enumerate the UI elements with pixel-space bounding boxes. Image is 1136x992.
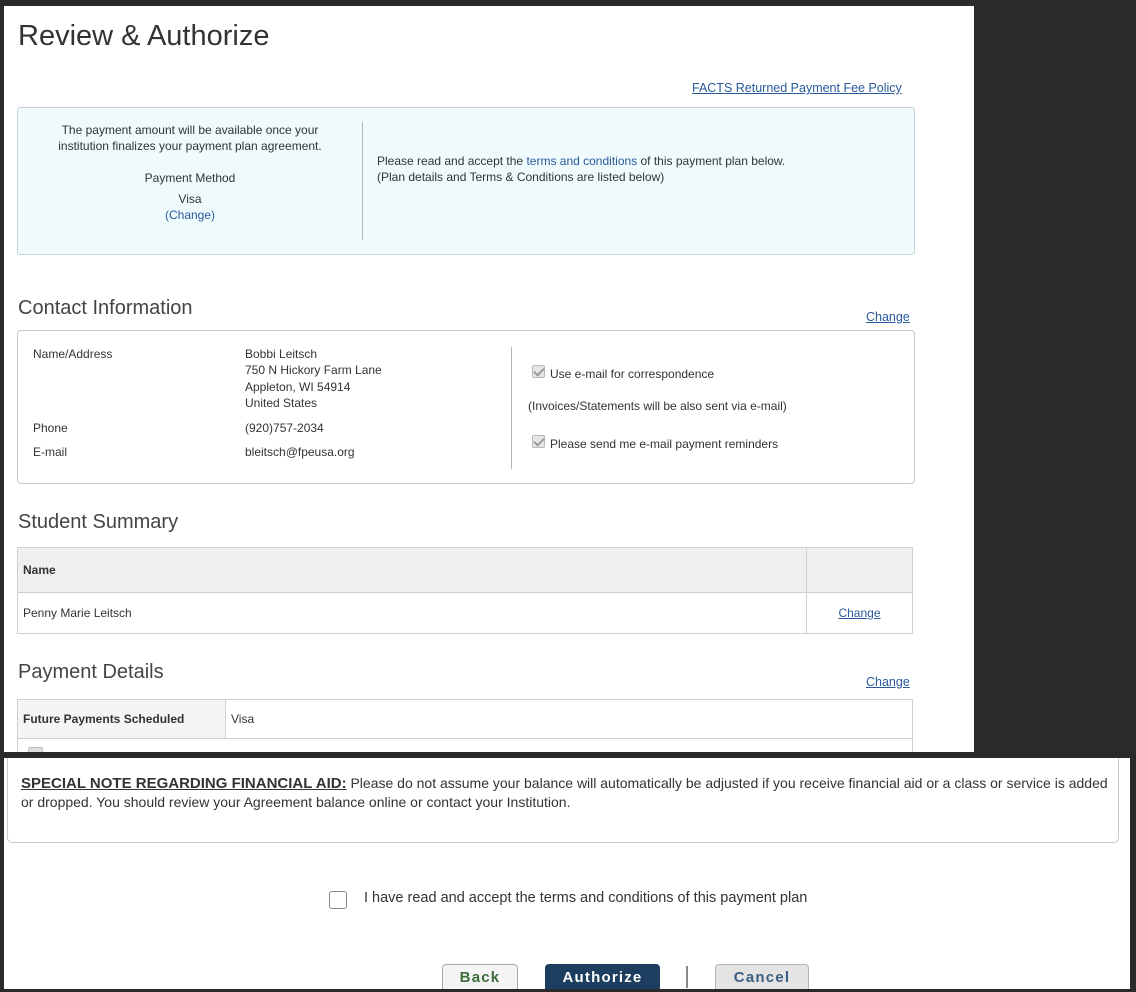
terms-suffix: of this payment plan below. [637, 154, 786, 168]
contact-divider [511, 347, 512, 469]
invoices-note: (Invoices/Statements will be also sent v… [528, 399, 787, 413]
payment-details-table: Future Payments Scheduled Visa [17, 699, 913, 752]
accept-terms-checkbox[interactable] [329, 891, 347, 909]
cancel-button[interactable]: Cancel [715, 964, 809, 989]
contact-section-title: Contact Information [18, 297, 193, 319]
button-separator [686, 966, 688, 988]
contact-country: United States [245, 396, 318, 410]
student-change-link[interactable]: Change [838, 606, 880, 620]
table-header-row: Name [17, 547, 913, 593]
contact-email: bleitsch@fpeusa.org [245, 445, 355, 459]
table-row [17, 738, 913, 752]
contact-city: Appleton, WI 54914 [245, 380, 351, 394]
action-column-header [806, 547, 913, 593]
partial-checkbox[interactable] [28, 747, 43, 752]
terms-note: (Plan details and Terms & Conditions are… [377, 170, 665, 184]
payment-method-change-link[interactable]: (Change) [165, 208, 215, 222]
student-summary-table: Name Penny Marie Leitsch Change [17, 547, 913, 634]
financial-aid-heading: SPECIAL NOTE REGARDING FINANCIAL AID: [21, 775, 347, 792]
authorize-button[interactable]: Authorize [545, 964, 660, 989]
terms-link[interactable]: terms and conditions [526, 154, 637, 168]
future-payments-label: Future Payments Scheduled [17, 699, 226, 739]
payment-method-value: Visa [178, 192, 202, 206]
contact-change-link[interactable]: Change [866, 310, 910, 324]
email-label: E-mail [33, 445, 68, 459]
page-title: Review & Authorize [18, 20, 270, 52]
payment-method-label: Payment Method [144, 171, 236, 185]
availability-note-line1: The payment amount will be available onc… [61, 123, 319, 137]
review-panel: Review & Authorize FACTS Returned Paymen… [4, 6, 974, 752]
reminders-checkbox[interactable] [532, 435, 545, 448]
reminders-label: Please send me e-mail payment reminders [550, 437, 779, 451]
student-summary-title: Student Summary [18, 511, 179, 533]
table-row: Future Payments Scheduled Visa [17, 699, 913, 739]
contact-name: Bobbi Leitsch [245, 347, 318, 361]
contact-phone: (920)757-2034 [245, 421, 324, 435]
table-row: Penny Marie Leitsch Change [17, 592, 913, 634]
financial-aid-note: SPECIAL NOTE REGARDING FINANCIAL AID: Pl… [21, 774, 1111, 812]
phone-label: Phone [33, 421, 68, 435]
payment-info-box: The payment amount will be available onc… [17, 107, 915, 255]
terms-instructions: Please read and accept the terms and con… [377, 153, 897, 185]
payment-details-title: Payment Details [18, 661, 164, 683]
authorize-panel: SPECIAL NOTE REGARDING FINANCIAL AID: Pl… [4, 758, 1130, 989]
financial-aid-note-box: SPECIAL NOTE REGARDING FINANCIAL AID: Pl… [7, 758, 1119, 843]
payment-method-summary: The payment amount will be available onc… [18, 122, 363, 240]
use-email-checkbox[interactable] [532, 365, 545, 378]
future-payments-value: Visa [225, 699, 913, 739]
student-name: Penny Marie Leitsch [17, 592, 807, 634]
accept-terms-label[interactable]: I have read and accept the terms and con… [364, 890, 807, 906]
payment-details-change-link[interactable]: Change [866, 675, 910, 689]
name-address-label: Name/Address [33, 347, 113, 361]
fee-policy-link[interactable]: FACTS Returned Payment Fee Policy [692, 81, 902, 95]
back-button[interactable]: Back [442, 964, 518, 989]
contact-info-box: Name/Address Bobbi Leitsch 750 N Hickory… [17, 330, 915, 484]
use-email-label: Use e-mail for correspondence [550, 367, 715, 381]
availability-note-line2: institution finalizes your payment plan … [58, 139, 322, 153]
name-column-header: Name [17, 547, 807, 593]
terms-prefix: Please read and accept the [377, 154, 527, 168]
contact-street: 750 N Hickory Farm Lane [245, 363, 382, 377]
